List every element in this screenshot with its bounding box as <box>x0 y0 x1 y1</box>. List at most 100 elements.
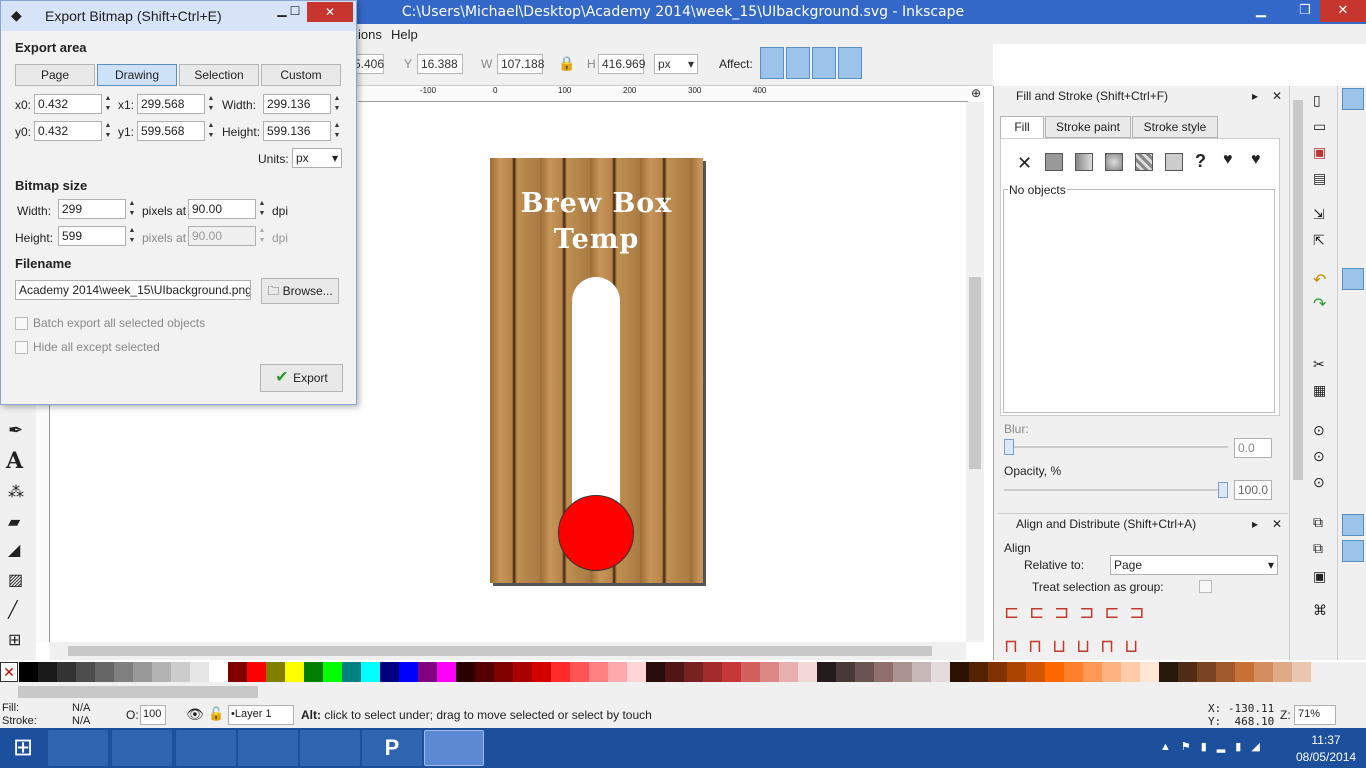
tab-stroke-paint[interactable]: Stroke paint <box>1045 116 1131 138</box>
close-button[interactable]: ✕ <box>1320 0 1366 22</box>
snap-toggle-icon[interactable] <box>1342 88 1364 110</box>
export-icon[interactable]: ⇱ <box>1313 232 1325 249</box>
redo-icon[interactable]: ↷ <box>1313 294 1326 314</box>
zoom-icon[interactable]: ⊕ <box>968 86 984 102</box>
affect-gradients-button[interactable] <box>812 47 836 79</box>
units-select[interactable]: px ▾ <box>292 148 342 168</box>
blur-slider-thumb[interactable] <box>1004 439 1014 455</box>
x1-input[interactable]: 299.568 <box>137 94 205 114</box>
palette-swatch[interactable] <box>361 662 380 682</box>
zoom-drawing-icon[interactable]: ⊙ <box>1313 448 1325 465</box>
affect-stroke-button[interactable] <box>760 47 784 79</box>
paste-icon[interactable]: ▦ <box>1313 382 1326 399</box>
palette-swatch[interactable] <box>399 662 418 682</box>
panel-close-icon[interactable]: ✕ <box>1272 514 1282 534</box>
palette-swatch[interactable] <box>1254 662 1273 682</box>
notepad-icon[interactable] <box>176 730 236 766</box>
palette-swatch[interactable] <box>209 662 228 682</box>
undo-icon[interactable]: ↶ <box>1313 270 1326 290</box>
no-paint-swatch[interactable]: ✕ <box>0 662 18 682</box>
tab-selection[interactable]: Selection <box>179 64 259 86</box>
fill-nonzero-icon[interactable]: ♥ <box>1251 151 1261 169</box>
radial-gradient-icon[interactable] <box>1105 153 1123 171</box>
x0-spinner[interactable]: ▲ ▼ <box>103 94 113 114</box>
unset-paint-icon[interactable]: ? <box>1195 151 1206 172</box>
opacity-input[interactable]: 100.0 <box>1234 480 1272 500</box>
dropper-tool-icon[interactable]: ╱ <box>8 600 18 620</box>
connector-tool-icon[interactable]: ⊞ <box>8 630 21 650</box>
palette-swatch[interactable] <box>874 662 893 682</box>
palette-swatch[interactable] <box>627 662 646 682</box>
dpi-x-spinner[interactable]: ▲ ▼ <box>257 199 267 219</box>
bm-width-input[interactable]: 299 <box>58 199 126 219</box>
palette-swatch[interactable] <box>1140 662 1159 682</box>
affect-patterns-button[interactable] <box>838 47 862 79</box>
palette-swatch[interactable] <box>760 662 779 682</box>
scroll-thumb[interactable] <box>68 646 932 656</box>
palette-swatch[interactable] <box>931 662 950 682</box>
palette-swatch[interactable] <box>1273 662 1292 682</box>
group-icon[interactable]: ▣ <box>1313 568 1326 585</box>
tab-stroke-style[interactable]: Stroke style <box>1132 116 1218 138</box>
h-field[interactable]: 416.969 <box>598 54 645 74</box>
zoom-page-icon[interactable]: ⊙ <box>1313 474 1325 491</box>
palette-swatch[interactable] <box>38 662 57 682</box>
palette-swatch[interactable] <box>304 662 323 682</box>
affect-corners-button[interactable] <box>786 47 810 79</box>
palette-swatch[interactable] <box>608 662 627 682</box>
linear-gradient-icon[interactable] <box>1075 153 1093 171</box>
gradient-tool-icon[interactable]: ▨ <box>8 570 23 590</box>
snap-guide-icon[interactable] <box>1342 540 1364 562</box>
batch-checkbox[interactable] <box>15 317 28 330</box>
palette-swatch[interactable] <box>114 662 133 682</box>
zoom-input[interactable]: 71% <box>1294 705 1336 725</box>
browse-button[interactable]: 🗀 Browse... <box>261 278 339 304</box>
palette-swatch[interactable] <box>798 662 817 682</box>
menu-help[interactable]: Help <box>391 27 418 42</box>
palette-swatch[interactable] <box>418 662 437 682</box>
y-field[interactable]: 16.388 <box>417 54 463 74</box>
sign-title[interactable]: Brew Box Temp <box>490 186 703 258</box>
palette-swatch[interactable] <box>513 662 532 682</box>
palette-swatch[interactable] <box>912 662 931 682</box>
palette-swatch[interactable] <box>950 662 969 682</box>
bm-width-spinner[interactable]: ▲ ▼ <box>127 199 137 219</box>
palette-swatch[interactable] <box>722 662 741 682</box>
inkscape-taskbar-icon[interactable] <box>424 730 484 766</box>
palette-scrollbar[interactable] <box>0 682 1366 702</box>
snap-grid-icon[interactable] <box>1342 514 1364 536</box>
clone-icon[interactable]: ⧉ <box>1313 540 1323 557</box>
palette-swatch[interactable] <box>817 662 836 682</box>
opacity-slider[interactable] <box>1004 482 1228 498</box>
canvas-horizontal-scrollbar[interactable] <box>50 642 966 660</box>
sticky-notes-icon[interactable] <box>112 730 172 766</box>
tab-page[interactable]: Page <box>15 64 95 86</box>
save-icon[interactable]: ▣ <box>1313 144 1326 161</box>
palette-swatch[interactable] <box>456 662 475 682</box>
spray-tool-icon[interactable]: ⁂ <box>8 482 24 502</box>
scroll-thumb[interactable] <box>1293 100 1303 480</box>
palette-swatch[interactable] <box>855 662 874 682</box>
cut-icon[interactable]: ✂ <box>1313 356 1325 373</box>
x1-spinner[interactable]: ▲ ▼ <box>206 94 216 114</box>
app-icon[interactable] <box>238 730 298 766</box>
panel-menu-icon[interactable]: ▸ <box>1252 86 1258 106</box>
align-buttons-row[interactable]: ⊏⊏⊐⊐⊏⊐ <box>1004 602 1204 623</box>
palette-swatch[interactable] <box>532 662 551 682</box>
panel-menu-icon[interactable]: ▸ <box>1252 514 1258 534</box>
menu-actions[interactable]: ions <box>358 27 382 42</box>
palette-swatch[interactable] <box>57 662 76 682</box>
palette-swatch[interactable] <box>1197 662 1216 682</box>
palette-swatch[interactable] <box>437 662 456 682</box>
palette-swatch[interactable] <box>779 662 798 682</box>
new-document-icon[interactable]: ▯ <box>1313 92 1321 109</box>
palette-swatch[interactable] <box>190 662 209 682</box>
palette-swatch[interactable] <box>551 662 570 682</box>
flat-color-icon[interactable] <box>1045 153 1063 171</box>
width-spinner[interactable]: ▲ ▼ <box>332 94 342 114</box>
palette-swatch[interactable] <box>893 662 912 682</box>
duplicate-icon[interactable]: ⧉ <box>1313 514 1323 531</box>
palette-swatch[interactable] <box>1178 662 1197 682</box>
scroll-thumb[interactable] <box>18 686 258 698</box>
processing-icon[interactable]: P <box>362 730 422 766</box>
